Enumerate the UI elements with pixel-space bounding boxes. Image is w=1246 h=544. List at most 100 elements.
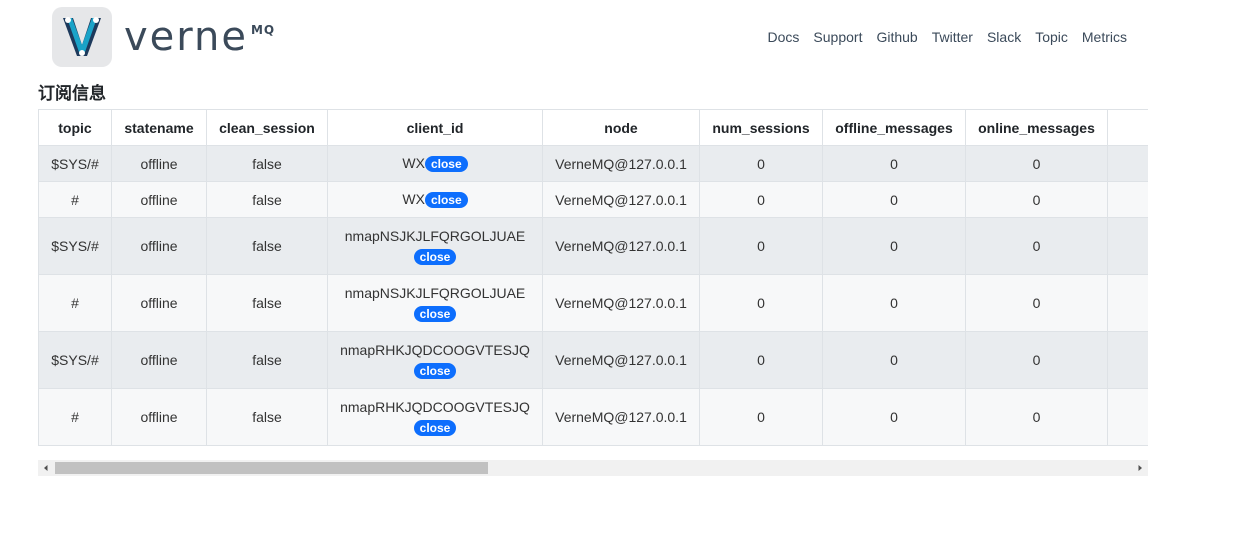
column-header-clean-session: clean_session xyxy=(206,109,328,146)
vernemq-v-logo-icon xyxy=(52,7,112,67)
column-header-client-id: client_id xyxy=(327,109,543,146)
cell-statename: offline xyxy=(111,145,207,182)
client-id-text: WX xyxy=(402,154,425,171)
cell-num-sessions: 0 xyxy=(699,274,823,332)
vernemq-logo[interactable]: verne MQ xyxy=(52,7,275,67)
subscriptions-table: topic statename clean_session client_id … xyxy=(38,109,1148,446)
cell-node: VerneMQ@127.0.0.1 xyxy=(542,181,700,218)
cell-topic: # xyxy=(38,274,112,332)
cell-num-sessions: 0 xyxy=(699,331,823,389)
cell-online-messages: 0 xyxy=(965,388,1108,446)
client-id-text: nmapRHKJQDCOOGVTESJQ xyxy=(340,341,530,358)
cell-peer: n xyxy=(1107,274,1148,332)
cell-clean-session: false xyxy=(206,388,328,446)
cell-statename: offline xyxy=(111,217,207,275)
close-button[interactable]: close xyxy=(424,192,468,209)
table-row: # offline false nmapRHKJQDCOOGVTESJQ clos… xyxy=(38,388,1148,446)
close-button[interactable]: close xyxy=(413,420,457,437)
cell-offline-messages: 0 xyxy=(822,388,966,446)
client-id-text: nmapRHKJQDCOOGVTESJQ xyxy=(340,398,530,415)
table-row: $SYS/# offline false nmapRHKJQDCOOGVTESJ… xyxy=(38,331,1148,389)
cell-clean-session: false xyxy=(206,181,328,218)
cell-clean-session: false xyxy=(206,274,328,332)
nav-twitter[interactable]: Twitter xyxy=(932,29,973,45)
triangle-right-icon[interactable] xyxy=(1132,460,1148,476)
nav-metrics[interactable]: Metrics xyxy=(1082,29,1127,45)
cell-statename: offline xyxy=(111,181,207,218)
cell-clean-session: false xyxy=(206,217,328,275)
client-id-text: nmapNSJKJLFQRGOLJUAE xyxy=(344,227,526,244)
cell-peer: n xyxy=(1107,388,1148,446)
client-id-text: nmapNSJKJLFQRGOLJUAE xyxy=(344,284,526,301)
cell-online-messages: 0 xyxy=(965,217,1108,275)
cell-client-id: nmapRHKJQDCOOGVTESJQ close xyxy=(327,331,543,389)
nav-slack[interactable]: Slack xyxy=(987,29,1021,45)
table-header-row: topic statename clean_session client_id … xyxy=(38,109,1148,146)
cell-num-sessions: 0 xyxy=(699,388,823,446)
cell-topic: $SYS/# xyxy=(38,217,112,275)
cell-client-id: nmapRHKJQDCOOGVTESJQ close xyxy=(327,388,543,446)
cell-online-messages: 0 xyxy=(965,331,1108,389)
column-header-peer: peer xyxy=(1107,109,1148,146)
column-header-num-sessions: num_sessions xyxy=(699,109,823,146)
cell-topic: # xyxy=(38,181,112,218)
cell-online-messages: 0 xyxy=(965,274,1108,332)
cell-statename: offline xyxy=(111,274,207,332)
cell-offline-messages: 0 xyxy=(822,145,966,182)
cell-client-id: nmapNSJKJLFQRGOLJUAE close xyxy=(327,217,543,275)
horizontal-scrollbar[interactable] xyxy=(38,460,1148,476)
cell-node: VerneMQ@127.0.0.1 xyxy=(542,217,700,275)
cell-online-messages: 0 xyxy=(965,181,1108,218)
cell-topic: $SYS/# xyxy=(38,331,112,389)
table-row: # offline false WX close VerneMQ@127.0.0.… xyxy=(38,181,1148,218)
cell-node: VerneMQ@127.0.0.1 xyxy=(542,274,700,332)
cell-peer: n xyxy=(1107,331,1148,389)
cell-offline-messages: 0 xyxy=(822,274,966,332)
close-button[interactable]: close xyxy=(413,249,457,266)
close-button[interactable]: close xyxy=(424,156,468,173)
nav-support[interactable]: Support xyxy=(813,29,862,45)
cell-offline-messages: 0 xyxy=(822,331,966,389)
top-nav: Docs Support Github Twitter Slack Topic … xyxy=(754,29,1127,45)
cell-num-sessions: 0 xyxy=(699,217,823,275)
cell-client-id: WX close xyxy=(327,145,543,182)
cell-peer: n xyxy=(1107,217,1148,275)
brand-suffix: MQ xyxy=(250,23,276,37)
cell-node: VerneMQ@127.0.0.1 xyxy=(542,331,700,389)
cell-num-sessions: 0 xyxy=(699,145,823,182)
cell-client-id: nmapNSJKJLFQRGOLJUAE close xyxy=(327,274,543,332)
column-header-node: node xyxy=(542,109,700,146)
cell-node: VerneMQ@127.0.0.1 xyxy=(542,145,700,182)
cell-offline-messages: 0 xyxy=(822,217,966,275)
close-button[interactable]: close xyxy=(413,306,457,323)
cell-topic: # xyxy=(38,388,112,446)
cell-peer: n xyxy=(1107,181,1148,218)
cell-client-id: WX close xyxy=(327,181,543,218)
cell-node: VerneMQ@127.0.0.1 xyxy=(542,388,700,446)
column-header-topic: topic xyxy=(38,109,112,146)
scrollbar-thumb[interactable] xyxy=(55,462,488,474)
table-row: $SYS/# offline false WX close VerneMQ@127… xyxy=(38,145,1148,182)
table-row: # offline false nmapNSJKJLFQRGOLJUAE clos… xyxy=(38,274,1148,332)
column-header-online-messages: online_messages xyxy=(965,109,1108,146)
page-title: 订阅信息 xyxy=(38,84,106,103)
triangle-left-icon[interactable] xyxy=(38,460,54,476)
column-header-statename: statename xyxy=(111,109,207,146)
subscriptions-table-container[interactable]: topic statename clean_session client_id … xyxy=(38,109,1148,446)
cell-offline-messages: 0 xyxy=(822,181,966,218)
column-header-offline-messages: offline_messages xyxy=(822,109,966,146)
cell-statename: offline xyxy=(111,388,207,446)
close-button[interactable]: close xyxy=(413,363,457,380)
brand-name: verne xyxy=(124,14,248,60)
table-row: $SYS/# offline false nmapNSJKJLFQRGOLJUA… xyxy=(38,217,1148,275)
cell-peer: n xyxy=(1107,145,1148,182)
cell-topic: $SYS/# xyxy=(38,145,112,182)
nav-topic[interactable]: Topic xyxy=(1035,29,1068,45)
cell-statename: offline xyxy=(111,331,207,389)
cell-clean-session: false xyxy=(206,145,328,182)
nav-github[interactable]: Github xyxy=(876,29,917,45)
nav-docs[interactable]: Docs xyxy=(768,29,800,45)
header: verne MQ Docs Support Github Twitter Sla… xyxy=(0,0,1246,72)
client-id-text: WX xyxy=(402,190,425,207)
cell-num-sessions: 0 xyxy=(699,181,823,218)
